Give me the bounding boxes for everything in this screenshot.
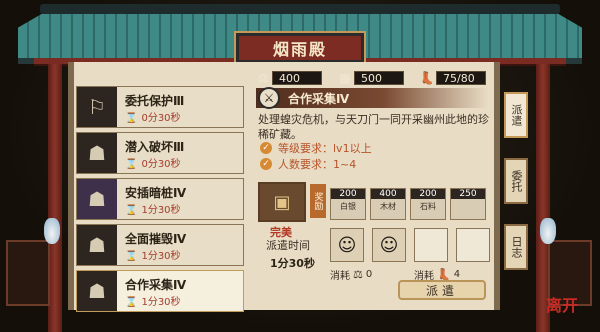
- reward-label: 木材: [380, 202, 396, 211]
- dispatch-time-label: 派遣时间: [266, 239, 310, 252]
- hourglass-icon: ⌛: [125, 205, 138, 216]
- task-time: ⌛ 0分30秒: [125, 159, 181, 170]
- task-item[interactable]: ☗ 安插暗桩Ⅳ ⌛ 1分30秒: [76, 178, 244, 220]
- hero-slot-empty[interactable]: [414, 228, 448, 262]
- hourglass-icon: ⌛: [125, 251, 138, 262]
- tab-dispatch[interactable]: 派遣: [504, 92, 528, 138]
- left-shelf: [6, 240, 50, 306]
- hourglass-icon: ⌛: [125, 297, 138, 308]
- task-time: ⌛ 1分30秒: [125, 205, 181, 216]
- left-vase-icon: [44, 218, 60, 244]
- resource-wood: ▦ 500: [336, 70, 404, 86]
- resource-silver: ⚖ 400: [254, 70, 322, 86]
- reward-count: 200: [411, 189, 445, 199]
- resource-value: 400: [272, 71, 322, 85]
- hero-slot-empty[interactable]: [456, 228, 490, 262]
- task-name: 潜入破坏Ⅲ: [125, 140, 185, 154]
- title-plaque: 烟雨殿: [234, 31, 366, 65]
- boot-icon: 👢: [419, 71, 435, 85]
- resource-value: 500: [354, 71, 404, 85]
- right-vase-icon: [540, 218, 556, 244]
- game-scene: 烟雨殿 ⚖ 400 ▦ 500 👢 75/80 ⚐ 委托保护Ⅲ ⌛ 0分30秒 ☗…: [0, 0, 600, 332]
- reward-count: 250: [451, 189, 485, 199]
- task-avatar: ⚐: [77, 87, 117, 127]
- dispatch-button[interactable]: 派遣: [398, 280, 486, 300]
- reward-item[interactable]: 200 石料: [410, 188, 446, 220]
- task-avatar: ☗: [77, 179, 117, 219]
- reward-item[interactable]: 200 白银: [330, 188, 366, 220]
- wood-icon: ▦: [339, 71, 351, 85]
- task-avatar: ☗: [77, 133, 117, 173]
- reward-item[interactable]: 400 木材: [370, 188, 406, 220]
- requirement-count: ✓ 人数要求：1~4: [260, 156, 356, 172]
- cost-silver: 消耗 ⚖ 0: [330, 268, 373, 282]
- task-name: 委托保护Ⅲ: [125, 94, 185, 108]
- task-avatar: ☗: [77, 225, 117, 265]
- reward-item[interactable]: 250: [450, 188, 486, 220]
- task-item[interactable]: ☗ 潜入破坏Ⅲ ⌛ 0分30秒: [76, 132, 244, 174]
- check-icon: ✓: [260, 158, 272, 170]
- reward-count: 200: [331, 189, 365, 199]
- left-pillar: [48, 64, 62, 332]
- page-title: 烟雨殿: [272, 40, 327, 59]
- check-icon: ✓: [260, 142, 272, 154]
- hero-slot-filled[interactable]: ☺: [330, 228, 364, 262]
- task-item[interactable]: ☗ 全面摧毁Ⅳ ⌛ 1分30秒: [76, 224, 244, 266]
- hourglass-icon: ⌛: [125, 113, 138, 124]
- roof-ridge: [40, 4, 560, 14]
- tab-log[interactable]: 日志: [504, 224, 528, 270]
- reward-count: 400: [371, 189, 405, 199]
- task-time: ⌛ 1分30秒: [125, 251, 181, 262]
- task-list[interactable]: ⚐ 委托保护Ⅲ ⌛ 0分30秒 ☗ 潜入破坏Ⅲ ⌛ 0分30秒 ☗ 安插暗桩Ⅳ ⌛ 1…: [76, 86, 244, 318]
- requirement-level: ✓ 等级要求：lv1以上: [260, 140, 372, 156]
- treasure-chest-icon: ▣: [258, 182, 306, 222]
- task-item[interactable]: ⚐ 委托保护Ⅲ ⌛ 0分30秒: [76, 86, 244, 128]
- task-name: 安插暗桩Ⅳ: [125, 186, 187, 200]
- task-avatar: ☗: [77, 271, 117, 311]
- crossed-swords-icon: ⚔: [258, 87, 280, 109]
- task-time: ⌛ 1分30秒: [125, 297, 181, 308]
- dispatch-time: 1分30秒: [270, 257, 315, 270]
- detail-header: ⚔ 合作采集Ⅳ: [256, 87, 488, 109]
- task-item-selected[interactable]: ☗ 合作采集Ⅳ ⌛ 1分30秒: [76, 270, 244, 312]
- task-name: 全面摧毁Ⅳ: [125, 232, 187, 246]
- reward-tag: 奖励: [310, 184, 326, 218]
- task-name: 合作采集Ⅳ: [125, 278, 187, 292]
- exit-button[interactable]: 离开: [546, 292, 578, 316]
- detail-description: 处理蝗灾危机，与天刀门一同开采幽州此地的珍稀矿藏。: [258, 113, 489, 141]
- hero-slot-filled[interactable]: ☺: [372, 228, 406, 262]
- resource-stamina: 👢 75/80: [418, 70, 486, 86]
- detail-title: 合作采集Ⅳ: [288, 91, 350, 106]
- resource-value: 75/80: [436, 71, 486, 85]
- reward-label: 石料: [420, 202, 436, 211]
- tab-commission[interactable]: 委托: [504, 158, 528, 204]
- silver-icon: ⚖: [353, 268, 363, 281]
- reward-label: 白银: [340, 202, 356, 211]
- silver-icon: ⚖: [257, 71, 269, 85]
- task-time: ⌛ 0分30秒: [125, 113, 181, 124]
- hourglass-icon: ⌛: [125, 159, 138, 170]
